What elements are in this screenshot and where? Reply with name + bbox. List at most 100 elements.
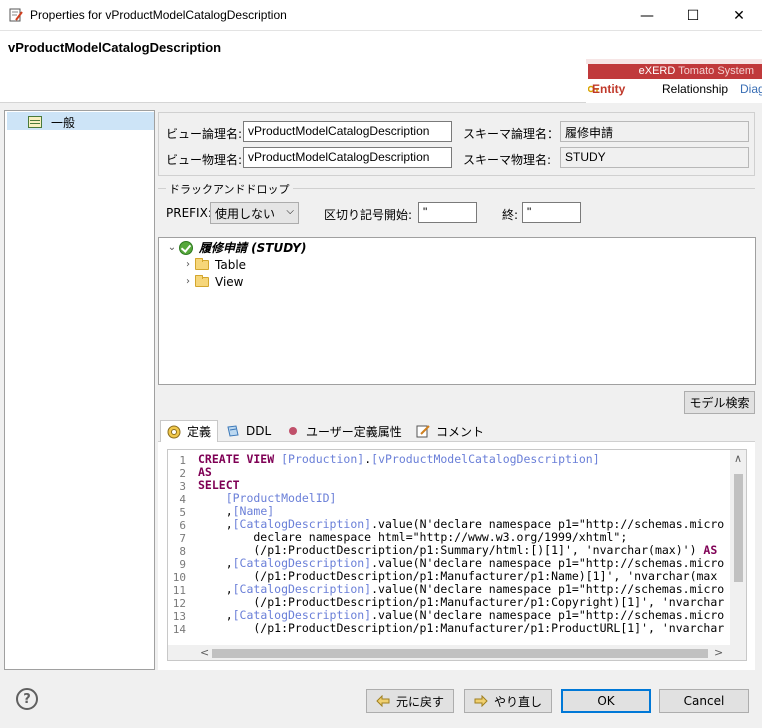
horizontal-scrollbar[interactable]: < > (168, 645, 746, 660)
view-physical-name-field[interactable]: vProductModelCatalogDescription (243, 147, 452, 168)
banner-tab-entity: Entity (592, 82, 626, 96)
category-item-general[interactable]: 一般 (7, 112, 154, 130)
vertical-scroll-thumb[interactable] (734, 474, 743, 582)
prefix-select[interactable]: 使用しない ⌵ (210, 202, 299, 224)
line-number: 9 (179, 558, 186, 571)
tree-node-label: View (215, 274, 244, 289)
line-number: 2 (179, 467, 186, 480)
code-line: AS (198, 465, 212, 479)
redo-button[interactable]: やり直し (464, 689, 552, 713)
prefix-label: PREFIX: (166, 206, 212, 220)
line-number: 13 (172, 610, 186, 623)
banner-tabs: Entity Relationship Diag (588, 79, 762, 103)
ok-button[interactable]: OK (561, 689, 651, 713)
scroll-up-icon[interactable]: ∧ (734, 452, 742, 465)
code-line: (/p1:ProductDescription/p1:Manufacturer/… (198, 595, 725, 609)
schema-physical-name-field: STUDY (560, 147, 749, 168)
tab-label: ユーザー定義属性 (306, 424, 402, 439)
tab-label: 定義 (187, 425, 212, 439)
code-line: ,[CatalogDescription].value(N'declare na… (198, 556, 725, 570)
delimiter-end-field[interactable]: " (522, 202, 581, 223)
code-line: (/p1:ProductDescription/p1:Manufacturer/… (198, 621, 725, 635)
tree-root-node[interactable]: ⌄ 履修申請 (STUDY) (165, 239, 306, 256)
code-line: (/p1:ProductDescription/p1:Manufacturer/… (198, 569, 718, 583)
dialog-header: vProductModelCatalogDescription eXERD To… (0, 31, 762, 103)
prefix-selected-value: 使用しない (215, 207, 276, 221)
line-number: 7 (179, 532, 186, 545)
ddl-icon (227, 425, 239, 437)
line-number: 3 (179, 480, 186, 493)
minimize-button[interactable]: — (624, 0, 670, 31)
help-icon[interactable]: ? (16, 688, 38, 710)
line-number: 1 (179, 454, 186, 467)
code-line: ,[Name] (198, 504, 275, 518)
schema-check-icon (179, 240, 193, 255)
line-number: 10 (172, 571, 186, 584)
tab-bar: 定義 DDL ユーザー定義属性 コメント (158, 420, 755, 442)
tree-node-label: Table (215, 257, 247, 272)
cancel-button[interactable]: Cancel (659, 689, 749, 713)
properties-icon (9, 8, 23, 22)
horizontal-scroll-thumb[interactable] (212, 649, 708, 658)
folder-icon (195, 274, 209, 287)
category-tree: 一般 (4, 110, 155, 670)
sql-definition-editor[interactable]: 1 2 3 4 5 6 7 8 9 10 11 12 13 14 ∧ < > CREATE VIEW [P… (167, 449, 747, 661)
line-number: 11 (172, 584, 186, 597)
tree-node-table[interactable]: › Table (181, 256, 246, 273)
code-line: (/p1:ProductDescription/p1:Summary/html:… (198, 543, 718, 557)
delimiter-start-label: 区切り記号開始: (324, 208, 413, 222)
maximize-button[interactable]: ☐ (670, 0, 716, 31)
tab-ddl[interactable]: DDL (220, 420, 278, 442)
view-logical-name-field[interactable]: vProductModelCatalogDescription (243, 121, 452, 142)
scroll-right-icon[interactable]: > (714, 646, 723, 659)
code-line: SELECT (198, 478, 240, 492)
scroll-left-icon[interactable]: < (200, 646, 209, 659)
line-number: 8 (179, 545, 186, 558)
chevron-down-icon: ⌵ (286, 206, 294, 217)
line-number: 12 (172, 597, 186, 610)
view-physical-name-label: ビュー物理名: (166, 153, 243, 167)
delimiter-end-label: 終: (502, 208, 519, 222)
code-line: CREATE VIEW [Production].[vProductModelC… (198, 452, 600, 466)
tree-root-label: 履修申請 (STUDY) (199, 241, 307, 255)
dialog-title: vProductModelCatalogDescription (8, 40, 222, 55)
window-title: Properties for vProductModelCatalogDescr… (30, 8, 287, 22)
line-number: 14 (172, 623, 186, 636)
schema-logical-name-label: スキーマ論理名： (463, 127, 560, 141)
definition-icon (167, 425, 181, 438)
line-number: 4 (179, 493, 186, 506)
user-attribute-icon (289, 427, 297, 435)
schema-logical-name-field: 履修申請 (560, 121, 749, 142)
folder-icon (195, 257, 209, 270)
close-button[interactable]: ✕ (716, 0, 762, 31)
tab-comment[interactable]: コメント (410, 420, 492, 442)
tab-label: コメント (436, 424, 485, 439)
vertical-scrollbar[interactable]: ∧ (730, 450, 746, 645)
line-number: 6 (179, 519, 186, 532)
tree-node-view[interactable]: › View (181, 273, 243, 290)
exerd-banner: eXERD Tomato System Entity Relationship … (586, 59, 762, 103)
chevron-down-icon[interactable]: ⌄ (165, 242, 179, 253)
banner-system-name: Tomato System (678, 65, 754, 77)
title-bar: Properties for vProductModelCatalogDescr… (0, 0, 762, 31)
tab-label: DDL (246, 424, 272, 438)
revert-button[interactable]: 元に戻す (366, 689, 454, 713)
chevron-right-icon[interactable]: › (181, 276, 195, 287)
tab-user-attributes[interactable]: ユーザー定義属性 (280, 420, 408, 442)
code-line: ,[CatalogDescription].value(N'declare na… (198, 582, 725, 596)
schema-physical-name-label: スキーマ物理名: (463, 153, 552, 167)
category-item-label: 一般 (51, 116, 76, 130)
redo-icon (474, 695, 488, 707)
table-icon (28, 116, 42, 128)
drag-drop-group-title: ドラックアンドドロップ (166, 181, 293, 197)
view-logical-name-label: ビュー論理名: (166, 127, 243, 141)
revert-label: 元に戻す (395, 694, 444, 709)
chevron-right-icon[interactable]: › (181, 259, 195, 270)
delimiter-start-field[interactable]: " (418, 202, 477, 223)
model-tree: ⌄ 履修申請 (STUDY) › Table › View (158, 237, 756, 385)
tab-definition[interactable]: 定義 (160, 420, 218, 442)
banner-brand-name: eXERD (638, 65, 676, 77)
banner-brand: eXERD Tomato System (588, 64, 762, 79)
model-search-button[interactable]: モデル検索 (684, 391, 755, 414)
code-line: ,[CatalogDescription].value(N'declare na… (198, 608, 725, 622)
